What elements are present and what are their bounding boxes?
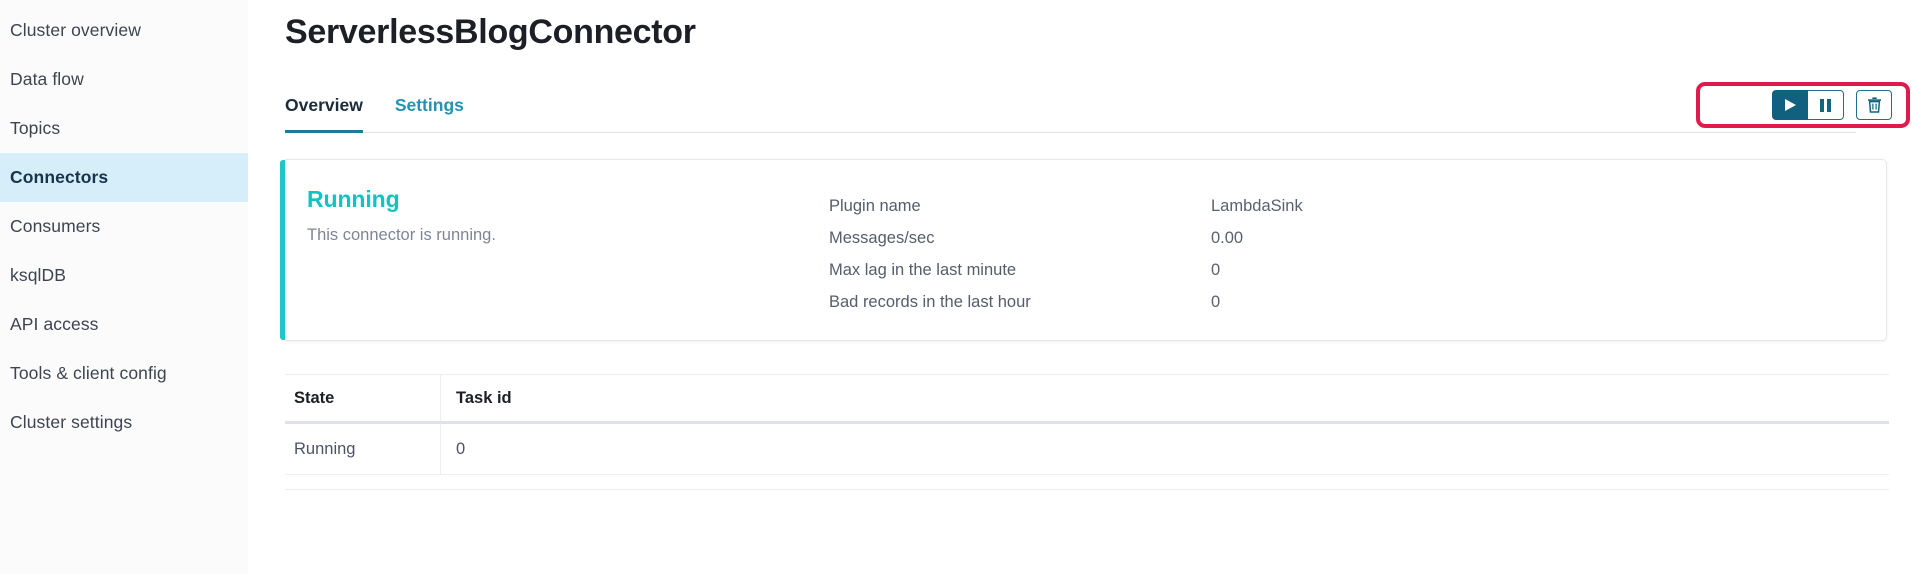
- metric-row: Messages/sec 0.00: [829, 222, 1303, 254]
- play-icon: [1784, 99, 1796, 111]
- metric-value: 0: [1211, 292, 1221, 311]
- metric-row: Max lag in the last minute 0: [829, 254, 1303, 286]
- status-description: This connector is running.: [307, 226, 496, 244]
- connector-status-card: Running This connector is running. Plugi…: [280, 159, 1887, 341]
- sidebar-item-label: Connectors: [10, 167, 109, 187]
- connector-actions-highlight: [1696, 82, 1910, 128]
- table-footer-divider: [285, 475, 1889, 490]
- tab-label: Overview: [285, 95, 363, 115]
- sidebar-item-api-access[interactable]: API access: [0, 300, 248, 349]
- pause-button[interactable]: [1808, 90, 1844, 120]
- metric-label: Messages/sec: [829, 228, 935, 247]
- metric-label: Bad records in the last hour: [829, 292, 1031, 311]
- metric-row: Bad records in the last hour 0: [829, 286, 1303, 318]
- sidebar-item-connectors[interactable]: Connectors: [0, 153, 248, 202]
- tab-settings[interactable]: Settings: [395, 95, 464, 130]
- metric-value: 0.00: [1211, 228, 1244, 247]
- metric-value: LambdaSink: [1211, 196, 1303, 215]
- connector-metrics: Plugin name LambdaSink Messages/sec 0.00…: [829, 190, 1303, 318]
- status-badge: Running: [307, 186, 400, 212]
- table-header-row: State Task id: [285, 375, 1889, 424]
- tab-overview[interactable]: Overview: [285, 95, 363, 133]
- main-content: ServerlessBlogConnector Overview Setting…: [248, 0, 1918, 574]
- delete-button[interactable]: [1856, 90, 1892, 120]
- sidebar-item-data-flow[interactable]: Data flow: [0, 55, 248, 104]
- sidebar-item-cluster-settings[interactable]: Cluster settings: [0, 398, 248, 447]
- sidebar: Cluster overview Data flow Topics Connec…: [0, 0, 248, 574]
- metric-label: Max lag in the last minute: [829, 260, 1017, 279]
- cell-state: Running: [294, 439, 356, 458]
- tab-bar-rule: [285, 132, 1856, 133]
- metric-row: Plugin name LambdaSink: [829, 190, 1303, 222]
- sidebar-item-ksqldb[interactable]: ksqlDB: [0, 251, 248, 300]
- tasks-table: State Task id Running 0: [285, 374, 1889, 490]
- sidebar-item-topics[interactable]: Topics: [0, 104, 248, 153]
- page-title: ServerlessBlogConnector: [285, 13, 696, 51]
- sidebar-item-label: ksqlDB: [10, 265, 67, 285]
- sidebar-item-label: API access: [10, 314, 99, 334]
- metric-label: Plugin name: [829, 196, 921, 215]
- sidebar-item-tools-client-config[interactable]: Tools & client config: [0, 349, 248, 398]
- sidebar-item-consumers[interactable]: Consumers: [0, 202, 248, 251]
- sidebar-item-label: Consumers: [10, 216, 101, 236]
- resume-button[interactable]: [1772, 90, 1808, 120]
- connector-detail-page: Cluster overview Data flow Topics Connec…: [0, 0, 1918, 574]
- column-header-state: State: [294, 388, 335, 407]
- trash-icon: [1867, 97, 1881, 113]
- column-header-task-id: Task id: [440, 375, 1889, 421]
- sidebar-item-cluster-overview[interactable]: Cluster overview: [0, 6, 248, 55]
- sidebar-item-label: Data flow: [10, 69, 84, 89]
- pause-icon: [1820, 98, 1831, 112]
- cell-task-id: 0: [440, 424, 1889, 474]
- sidebar-item-label: Cluster settings: [10, 412, 133, 432]
- tab-label: Settings: [394, 95, 464, 115]
- tab-bar: Overview Settings: [285, 95, 1889, 133]
- sidebar-item-label: Cluster overview: [10, 20, 141, 40]
- metric-value: 0: [1211, 260, 1221, 279]
- run-pause-segment: [1772, 90, 1844, 120]
- sidebar-item-label: Tools & client config: [10, 363, 167, 383]
- connector-action-buttons: [1772, 90, 1892, 120]
- status-summary: Running This connector is running.: [307, 186, 817, 318]
- sidebar-item-label: Topics: [10, 118, 61, 138]
- table-row[interactable]: Running 0: [285, 424, 1889, 475]
